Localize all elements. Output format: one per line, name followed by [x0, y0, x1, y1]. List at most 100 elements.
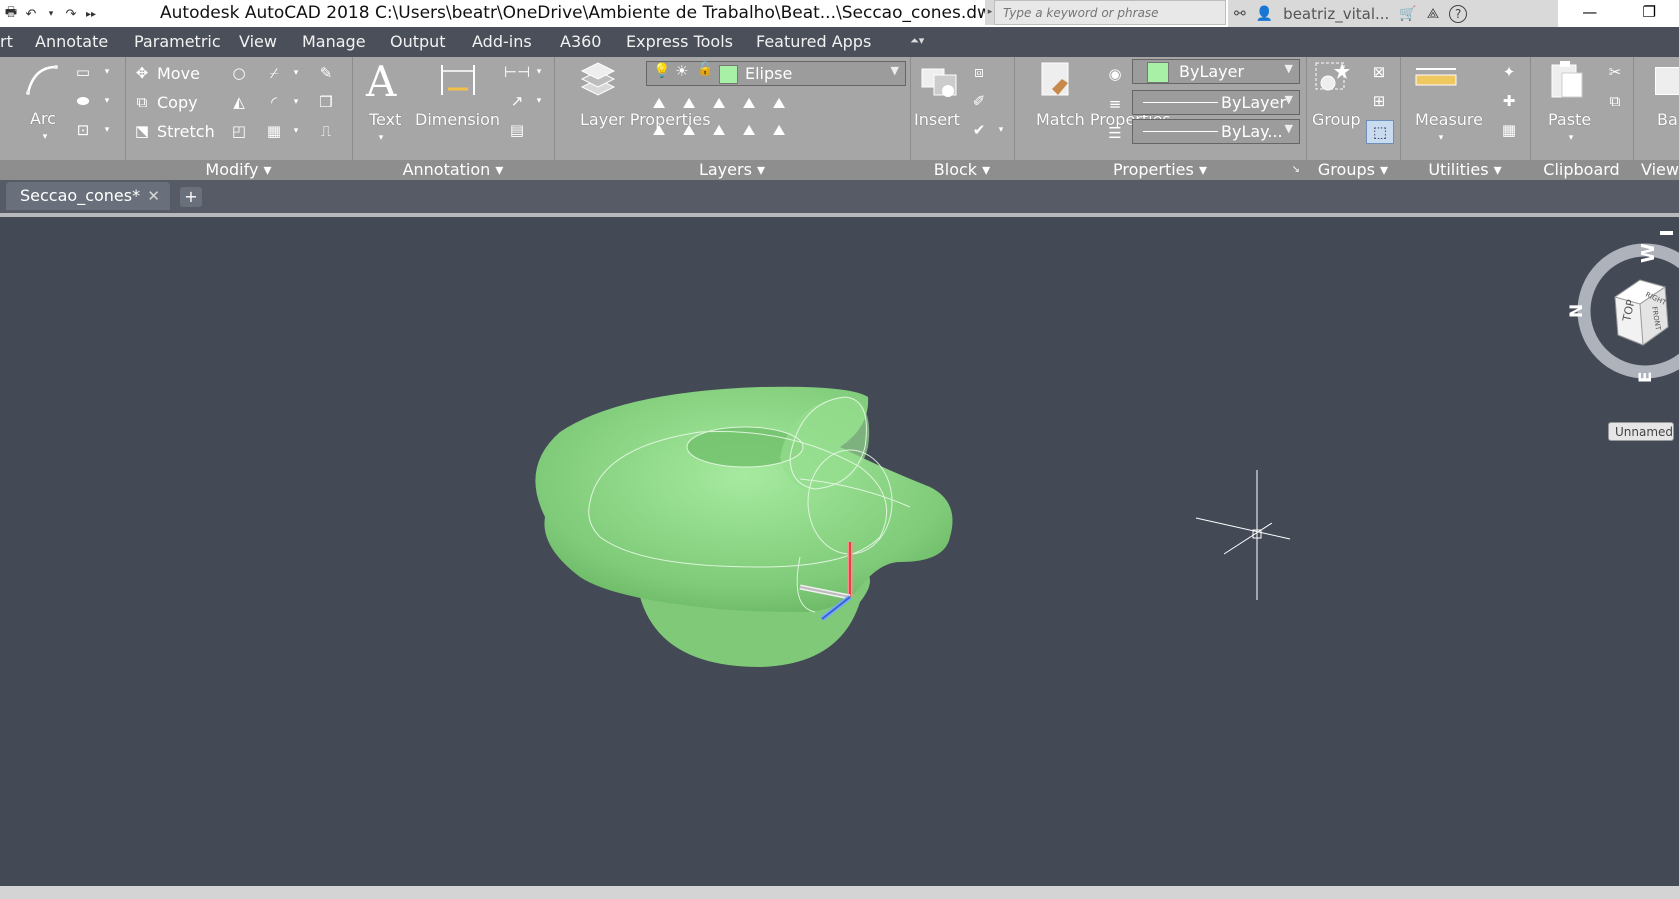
move-button[interactable]: Move [157, 64, 200, 83]
arc-dropdown-icon[interactable]: ▾ [36, 128, 54, 146]
tab-insert[interactable]: rt [0, 32, 13, 51]
named-view-dropdown[interactable]: Unnamed [1608, 422, 1674, 441]
model-space-canvas[interactable]: TOP RIGHT FRONT N W E [0, 217, 1679, 886]
tab-view[interactable]: View [239, 32, 277, 51]
panel-view-title[interactable]: View [1633, 160, 1679, 180]
a360-icon[interactable]: ⟁ [1427, 6, 1440, 22]
compass-west-label[interactable]: W [1638, 243, 1659, 263]
layer-tool-icon[interactable]: ⛰ [740, 94, 758, 112]
dropdown-icon[interactable]: ▾ [992, 121, 1010, 139]
move-icon[interactable]: ✥ [133, 64, 151, 82]
color-wheel-icon[interactable]: ◉ [1106, 65, 1124, 83]
layer-tool-icon[interactable]: ⛰ [650, 94, 668, 112]
panel-block-title[interactable]: Block ▾ [910, 160, 1014, 180]
copy-button[interactable]: Copy [157, 93, 198, 112]
compass-east-label[interactable]: E [1636, 371, 1656, 383]
panel-draw-title[interactable] [0, 160, 125, 180]
trim-icon[interactable]: ⌿ [265, 64, 283, 82]
tab-manage[interactable]: Manage [302, 32, 366, 51]
panel-modify-title[interactable]: Modify ▾ [125, 160, 352, 180]
layer-properties-icon[interactable] [578, 61, 618, 101]
lineweight-icon[interactable]: ≡ [1106, 95, 1124, 113]
mirror-icon[interactable]: ◭ [230, 93, 248, 111]
undo-icon[interactable]: ↶ [24, 7, 38, 22]
calculator-icon[interactable]: ▦ [1500, 121, 1518, 139]
hatch-icon[interactable]: ⬬ [74, 92, 92, 110]
paste-dropdown-icon[interactable]: ▾ [1562, 129, 1580, 147]
dropdown-icon[interactable]: ▾ [530, 63, 548, 81]
viewport-minimize-icon[interactable] [1660, 231, 1673, 235]
panel-utilities-title[interactable]: Utilities ▾ [1400, 160, 1530, 180]
new-tab-button[interactable]: + [180, 187, 202, 207]
dropdown-icon[interactable]: ▾ [530, 92, 548, 110]
dropdown-icon[interactable]: ▾ [98, 63, 116, 81]
group-edit-icon[interactable]: ⊞ [1370, 92, 1388, 110]
undo-dropdown-icon[interactable]: ▾ [44, 9, 58, 19]
stretch-icon[interactable]: ⬔ [133, 122, 151, 140]
color-dropdown[interactable]: ByLayer ▼ [1132, 59, 1300, 84]
rectangle-icon[interactable]: ▭ [74, 63, 92, 81]
measure-button[interactable]: Measure [1415, 110, 1483, 129]
dropdown-icon[interactable]: ▾ [287, 93, 305, 111]
cart-icon[interactable]: 🛒 [1399, 6, 1416, 22]
layer-tool-icon[interactable]: ⛰ [680, 121, 698, 139]
tab-annotate[interactable]: Annotate [35, 32, 108, 51]
compass-north-label[interactable]: N [1567, 304, 1587, 318]
tab-parametric[interactable]: Parametric [134, 32, 221, 51]
document-tab[interactable]: Seccao_cones* ✕ [6, 182, 170, 210]
text-button[interactable]: Text [369, 110, 401, 129]
ribbon-minimize-icon[interactable]: ⏶▾ [910, 34, 924, 48]
base-view-icon[interactable] [1655, 67, 1679, 95]
paste-button[interactable]: Paste [1548, 110, 1591, 129]
copy-clip-icon[interactable]: ⧉ [1606, 92, 1624, 110]
dialog-launcher-icon[interactable]: ↘ [1292, 160, 1300, 180]
group-selection-icon[interactable]: ⬚ [1366, 120, 1394, 144]
edit-block-icon[interactable]: ✐ [970, 92, 988, 110]
erase-icon[interactable]: ✎ [317, 64, 335, 82]
layer-tool-icon[interactable]: ⛰ [770, 94, 788, 112]
layer-tool-icon[interactable]: ⛰ [650, 121, 668, 139]
layer-dropdown[interactable]: 💡 ☀ 🔓 Elipse ▼ [646, 61, 906, 86]
linear-dimension-icon[interactable]: ⊢⊣ [504, 63, 530, 81]
arc-button[interactable]: Arc [30, 109, 56, 128]
redo-icon[interactable]: ↷ [64, 7, 78, 22]
panel-annotation-title[interactable]: Annotation ▾ [352, 160, 554, 180]
dropdown-icon[interactable]: ▾ [287, 122, 305, 140]
search-input[interactable] [995, 1, 1215, 25]
panel-groups-title[interactable]: Groups ▾ [1306, 160, 1400, 180]
tab-add-ins[interactable]: Add-ins [472, 32, 532, 51]
measure-icon[interactable] [1414, 65, 1458, 95]
boundary-icon[interactable]: ⊡ [74, 121, 92, 139]
insert-icon[interactable] [918, 61, 960, 101]
quick-select-icon[interactable]: ✦ [1500, 63, 1518, 81]
create-block-icon[interactable]: ⧈ [970, 63, 988, 81]
green-surface-solid[interactable] [535, 386, 953, 667]
binoculars-icon[interactable]: ⚯ [1234, 6, 1246, 22]
viewcube[interactable]: TOP RIGHT FRONT N W E [1567, 243, 1679, 383]
linetype-dropdown[interactable]: ByLayer ▼ [1132, 90, 1300, 115]
point-icon[interactable]: ✚ [1500, 92, 1518, 110]
ungroup-icon[interactable]: ⊠ [1370, 63, 1388, 81]
paste-icon[interactable] [1548, 59, 1586, 101]
rotate-icon[interactable]: ○ [230, 64, 248, 82]
dropdown-icon[interactable]: ▾ [98, 121, 116, 139]
leader-icon[interactable]: ↗ [508, 92, 526, 110]
measure-dropdown-icon[interactable]: ▾ [1432, 129, 1450, 147]
maximize-icon[interactable]: ❐ [1620, 0, 1679, 27]
dropdown-icon[interactable]: ▾ [287, 64, 305, 82]
group-button[interactable]: Group [1312, 110, 1361, 129]
offset-icon[interactable]: ⎍ [317, 122, 335, 140]
lineweight-dropdown[interactable]: ByLay... ▼ [1132, 119, 1300, 144]
dimension-icon[interactable] [438, 61, 478, 101]
plot-icon[interactable]: 🖶 [4, 3, 18, 25]
base-button[interactable]: Ba [1657, 110, 1678, 129]
arc-icon[interactable] [22, 61, 62, 99]
cut-icon[interactable]: ✂ [1606, 63, 1624, 81]
text-dropdown-icon[interactable]: ▾ [372, 129, 390, 147]
layer-tool-icon[interactable]: ⛰ [740, 121, 758, 139]
table-icon[interactable]: ▤ [508, 121, 526, 139]
layer-tool-icon[interactable]: ⛰ [680, 94, 698, 112]
text-icon[interactable]: A [366, 57, 396, 106]
array-icon[interactable]: ▦ [265, 122, 283, 140]
help-icon[interactable]: ? [1449, 4, 1468, 23]
